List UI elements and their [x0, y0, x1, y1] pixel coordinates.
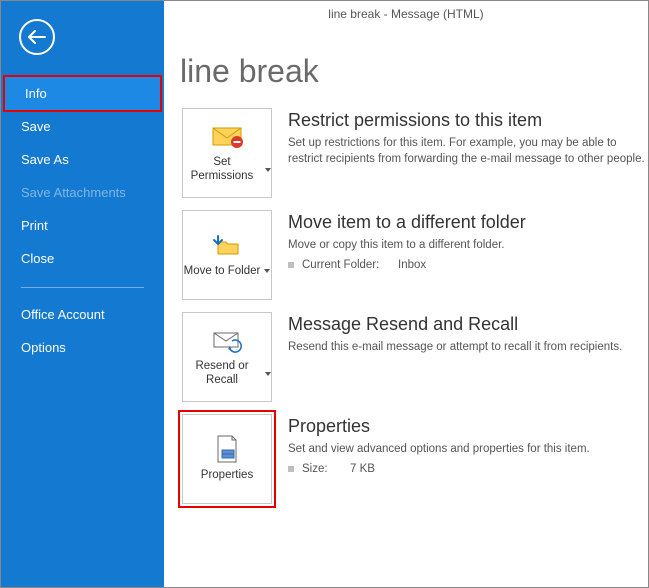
window-title: line break - Message (HTML)	[164, 1, 648, 25]
page-title: line break	[164, 25, 648, 108]
chevron-down-icon	[265, 168, 271, 172]
info-sections: Set Permissions Restrict permissions to …	[164, 108, 648, 504]
app-window: Info Save Save As Save Attachments Print…	[0, 0, 649, 588]
envelope-restrict-icon	[210, 122, 244, 150]
section-permissions: Set Permissions Restrict permissions to …	[182, 108, 648, 198]
properties-size-label: Size:	[302, 463, 342, 475]
properties-desc: Set and view advanced options and proper…	[288, 441, 590, 457]
bullet-icon	[288, 466, 294, 472]
arrow-left-icon	[28, 30, 46, 44]
properties-title: Properties	[288, 416, 590, 437]
properties-size-value: 7 KB	[350, 463, 375, 475]
chevron-down-icon	[264, 269, 270, 273]
nav-info[interactable]: Info	[5, 77, 160, 110]
nav-save-as[interactable]: Save As	[1, 143, 164, 176]
chevron-down-icon	[265, 372, 271, 376]
nav-save-attachments: Save Attachments	[1, 176, 164, 209]
main-panel: line break - Message (HTML) line break	[164, 1, 648, 587]
move-folder-value: Inbox	[398, 259, 426, 271]
tile-resend-recall-label: Resend or Recall	[183, 360, 261, 388]
permissions-title: Restrict permissions to this item	[288, 110, 648, 131]
backstage-sidebar: Info Save Save As Save Attachments Print…	[1, 1, 164, 587]
move-folder-row: Current Folder: Inbox	[288, 259, 526, 271]
bullet-icon	[288, 262, 294, 268]
properties-icon	[210, 435, 244, 463]
nav-print[interactable]: Print	[1, 209, 164, 242]
tile-move-folder[interactable]: Move to Folder	[182, 210, 272, 300]
nav-office-account[interactable]: Office Account	[1, 298, 164, 331]
nav-close[interactable]: Close	[1, 242, 164, 275]
resend-recall-icon	[210, 326, 244, 354]
move-folder-icon	[210, 231, 244, 259]
nav-save[interactable]: Save	[1, 110, 164, 143]
section-move: Move to Folder Move item to a different …	[182, 210, 648, 300]
resend-title: Message Resend and Recall	[288, 314, 622, 335]
properties-size-row: Size: 7 KB	[288, 463, 590, 475]
tile-move-folder-label: Move to Folder	[184, 265, 261, 279]
tile-set-permissions[interactable]: Set Permissions	[182, 108, 272, 198]
tile-properties-label: Properties	[201, 469, 253, 483]
nav-options[interactable]: Options	[1, 331, 164, 364]
section-resend: Resend or Recall Message Resend and Reca…	[182, 312, 648, 402]
highlight-info: Info	[3, 75, 162, 112]
move-folder-label: Current Folder:	[302, 259, 390, 271]
move-desc: Move or copy this item to a different fo…	[288, 237, 526, 253]
section-properties: Properties Properties Set and view advan…	[182, 414, 648, 504]
tile-properties[interactable]: Properties	[182, 414, 272, 504]
back-button[interactable]	[19, 19, 55, 55]
tile-resend-recall[interactable]: Resend or Recall	[182, 312, 272, 402]
resend-desc: Resend this e-mail message or attempt to…	[288, 339, 622, 355]
tile-set-permissions-label: Set Permissions	[183, 156, 261, 184]
move-title: Move item to a different folder	[288, 212, 526, 233]
nav-separator	[21, 287, 144, 288]
permissions-desc: Set up restrictions for this item. For e…	[288, 135, 648, 167]
